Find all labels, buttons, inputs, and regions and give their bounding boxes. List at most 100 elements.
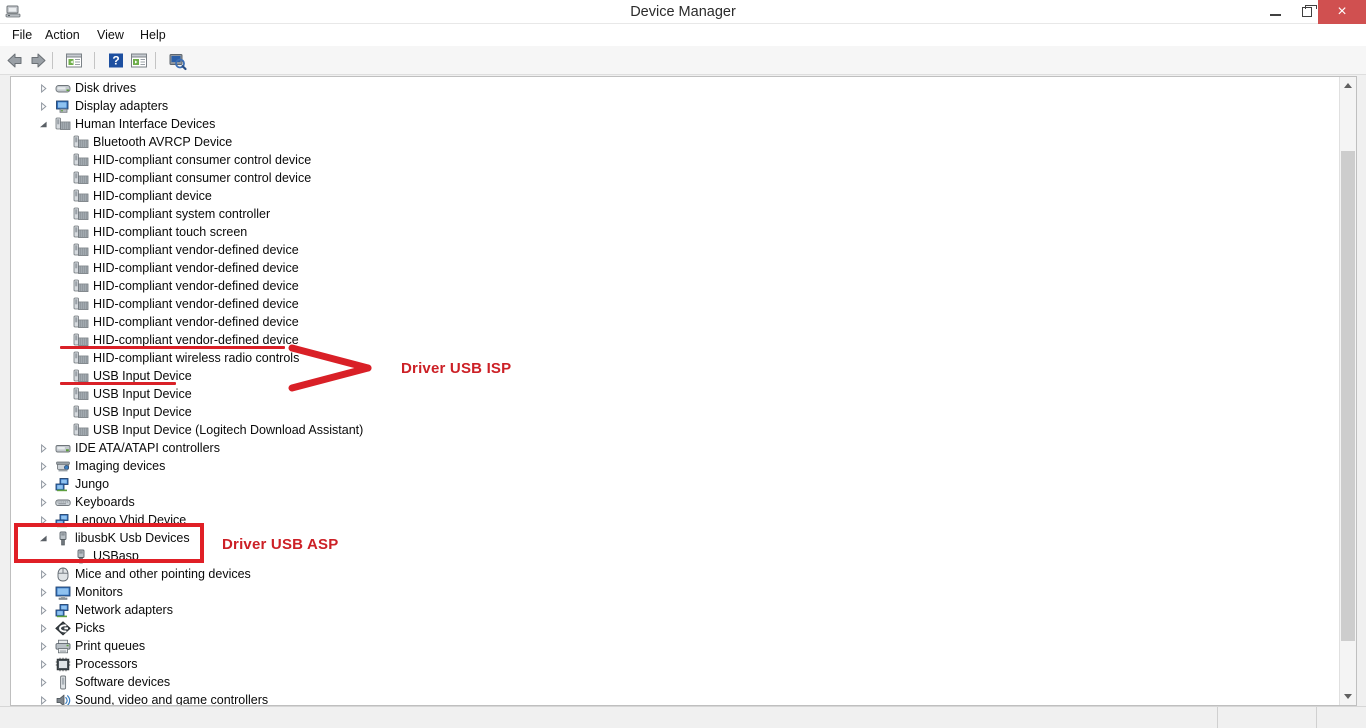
tree-row-lenovo-vhid-device[interactable]: Lenovo Vhid Device [11,511,1339,529]
tree-row-monitors[interactable]: Monitors [11,583,1339,601]
tree-row-hid-compliant-vendor-defined-device[interactable]: HID-compliant vendor-defined device [11,313,1339,331]
scroll-down-arrow[interactable] [1340,688,1356,705]
tree-row-hid-compliant-vendor-defined-device[interactable]: HID-compliant vendor-defined device [11,259,1339,277]
expand-triangle-icon[interactable] [39,444,48,453]
tree-row-usb-input-device-logitech-download-assistant[interactable]: USB Input Device (Logitech Download Assi… [11,421,1339,439]
scroll-thumb[interactable] [1341,151,1355,641]
keyboard-icon [55,499,71,507]
tree-row-bluetooth-avrcp-device[interactable]: Bluetooth AVRCP Device [11,133,1339,151]
tree-row-hid-compliant-consumer-control-device[interactable]: HID-compliant consumer control device [11,169,1339,187]
device-tree[interactable]: Disk drives Display adapters Human Interfa… [11,77,1339,705]
scroll-up-arrow[interactable] [1340,77,1356,94]
tree-row-hid-compliant-touch-screen[interactable]: HID-compliant touch screen [11,223,1339,241]
menu-action[interactable]: Action [38,24,87,46]
expand-triangle-icon[interactable] [39,480,48,489]
tree-row-usb-input-device[interactable]: USB Input Device [11,403,1339,421]
tree-row-human-interface-devices[interactable]: Human Interface Devices [11,115,1339,133]
tree-row-libusbk-usb-devices[interactable]: libusbK Usb Devices [11,529,1339,547]
tree-row-label: USB Input Device [93,387,192,401]
tree-row-hid-compliant-consumer-control-device[interactable]: HID-compliant consumer control device [11,151,1339,169]
tree-row-hid-compliant-system-controller[interactable]: HID-compliant system controller [11,205,1339,223]
tree-row-disk-drives[interactable]: Disk drives [11,79,1339,97]
hid-icon [73,279,89,292]
expand-triangle-icon[interactable] [39,678,48,687]
tree-row-keyboards[interactable]: Keyboards [11,493,1339,511]
menu-help[interactable]: Help [133,24,173,46]
toolbar-separator-2 [94,52,95,69]
status-divider-1 [1316,707,1317,728]
tree-row-usbasp[interactable]: USBasp [11,547,1339,565]
tree-row-usb-input-device[interactable]: USB Input Device [11,367,1339,385]
hid-icon [73,171,89,184]
tree-row-software-devices[interactable]: Software devices [11,673,1339,691]
back-arrow-icon [7,53,22,68]
expand-triangle-icon[interactable] [39,462,48,471]
display-adapter-icon [56,100,69,113]
tree-row-display-adapters[interactable]: Display adapters [11,97,1339,115]
tree-row-processors[interactable]: Processors [11,655,1339,673]
tree-row-label: Processors [75,657,138,671]
network-adapter-icon [55,604,69,618]
expand-triangle-icon[interactable] [39,642,48,651]
tree-row-label: USB Input Device (Logitech Download Assi… [93,423,364,437]
picks-icon [55,621,71,636]
tree-row-label: HID-compliant vendor-defined device [93,243,299,257]
tree-row-hid-compliant-vendor-defined-device[interactable]: HID-compliant vendor-defined device [11,295,1339,313]
tree-row-label: Bluetooth AVRCP Device [93,135,233,149]
collapse-triangle-icon[interactable] [39,120,48,129]
scan-hardware-button[interactable] [166,50,188,71]
properties-button[interactable] [63,50,85,71]
tree-row-hid-compliant-device[interactable]: HID-compliant device [11,187,1339,205]
expand-triangle-icon[interactable] [39,624,48,633]
tree-row-ide-ata-atapi-controllers[interactable]: IDE ATA/ATAPI controllers [11,439,1339,457]
title-bar: Device Manager × [0,0,1366,24]
tree-row-hid-compliant-vendor-defined-device[interactable]: HID-compliant vendor-defined device [11,277,1339,295]
help-button[interactable]: ? [105,50,127,71]
tree-row-network-adapters[interactable]: Network adapters [11,601,1339,619]
expand-triangle-icon[interactable] [39,102,48,111]
expand-triangle-icon[interactable] [39,588,48,597]
tree-row-hid-compliant-vendor-defined-device[interactable]: HID-compliant vendor-defined device [11,241,1339,259]
expand-triangle-icon[interactable] [39,498,48,507]
tree-row-label: HID-compliant system controller [93,207,271,221]
tree-row-mice-and-other-pointing-devices[interactable]: Mice and other pointing devices [11,565,1339,583]
tree-row-label: HID-compliant consumer control device [93,171,312,185]
expand-triangle-icon[interactable] [39,696,48,705]
tree-row-label: HID-compliant consumer control device [93,153,312,167]
menu-view[interactable]: View [90,24,131,46]
scroll-up-icon [1344,83,1352,88]
tree-row-label: IDE ATA/ATAPI controllers [75,441,220,455]
tree-row-usb-input-device[interactable]: USB Input Device [11,385,1339,403]
toolbar-separator-1 [52,52,53,69]
tree-row-label: HID-compliant wireless radio controls [93,351,300,365]
tree-row-jungo[interactable]: Jungo [11,475,1339,493]
tree-row-label: HID-compliant touch screen [93,225,248,239]
device-tree-panel: Disk drives Display adapters Human Interfa… [10,76,1357,706]
expand-triangle-icon[interactable] [39,660,48,669]
back-button[interactable] [4,50,26,71]
tree-row-print-queues[interactable]: Print queues [11,637,1339,655]
close-button[interactable]: × [1318,0,1366,24]
svg-text:?: ? [112,54,119,68]
forward-button[interactable] [27,50,49,71]
software-device-icon [60,675,67,690]
device-manager-window: Device Manager × File Action View Help ?… [0,0,1366,728]
tree-row-label: Picks [75,621,105,635]
scroll-down-icon [1344,694,1352,699]
tree-row-imaging-devices[interactable]: Imaging devices [11,457,1339,475]
expand-triangle-icon[interactable] [39,570,48,579]
menu-file[interactable]: File [5,24,39,46]
underline-usb-input [60,382,176,385]
vertical-scrollbar[interactable] [1339,77,1356,705]
expand-triangle-icon[interactable] [39,84,48,93]
pointer-arrow [288,344,372,392]
tree-row-label: Software devices [75,675,171,689]
expand-triangle-icon[interactable] [39,606,48,615]
tree-row-picks[interactable]: Picks [11,619,1339,637]
speaker-icon [56,694,71,705]
tree-row-sound-video-and-game-controllers[interactable]: Sound, video and game controllers [11,691,1339,705]
tree-row-label: Print queues [75,639,146,653]
tree-row-hid-compliant-wireless-radio-controls[interactable]: HID-compliant wireless radio controls [11,349,1339,367]
update-driver-button[interactable] [128,50,150,71]
underline-vendor-defined [60,346,285,349]
